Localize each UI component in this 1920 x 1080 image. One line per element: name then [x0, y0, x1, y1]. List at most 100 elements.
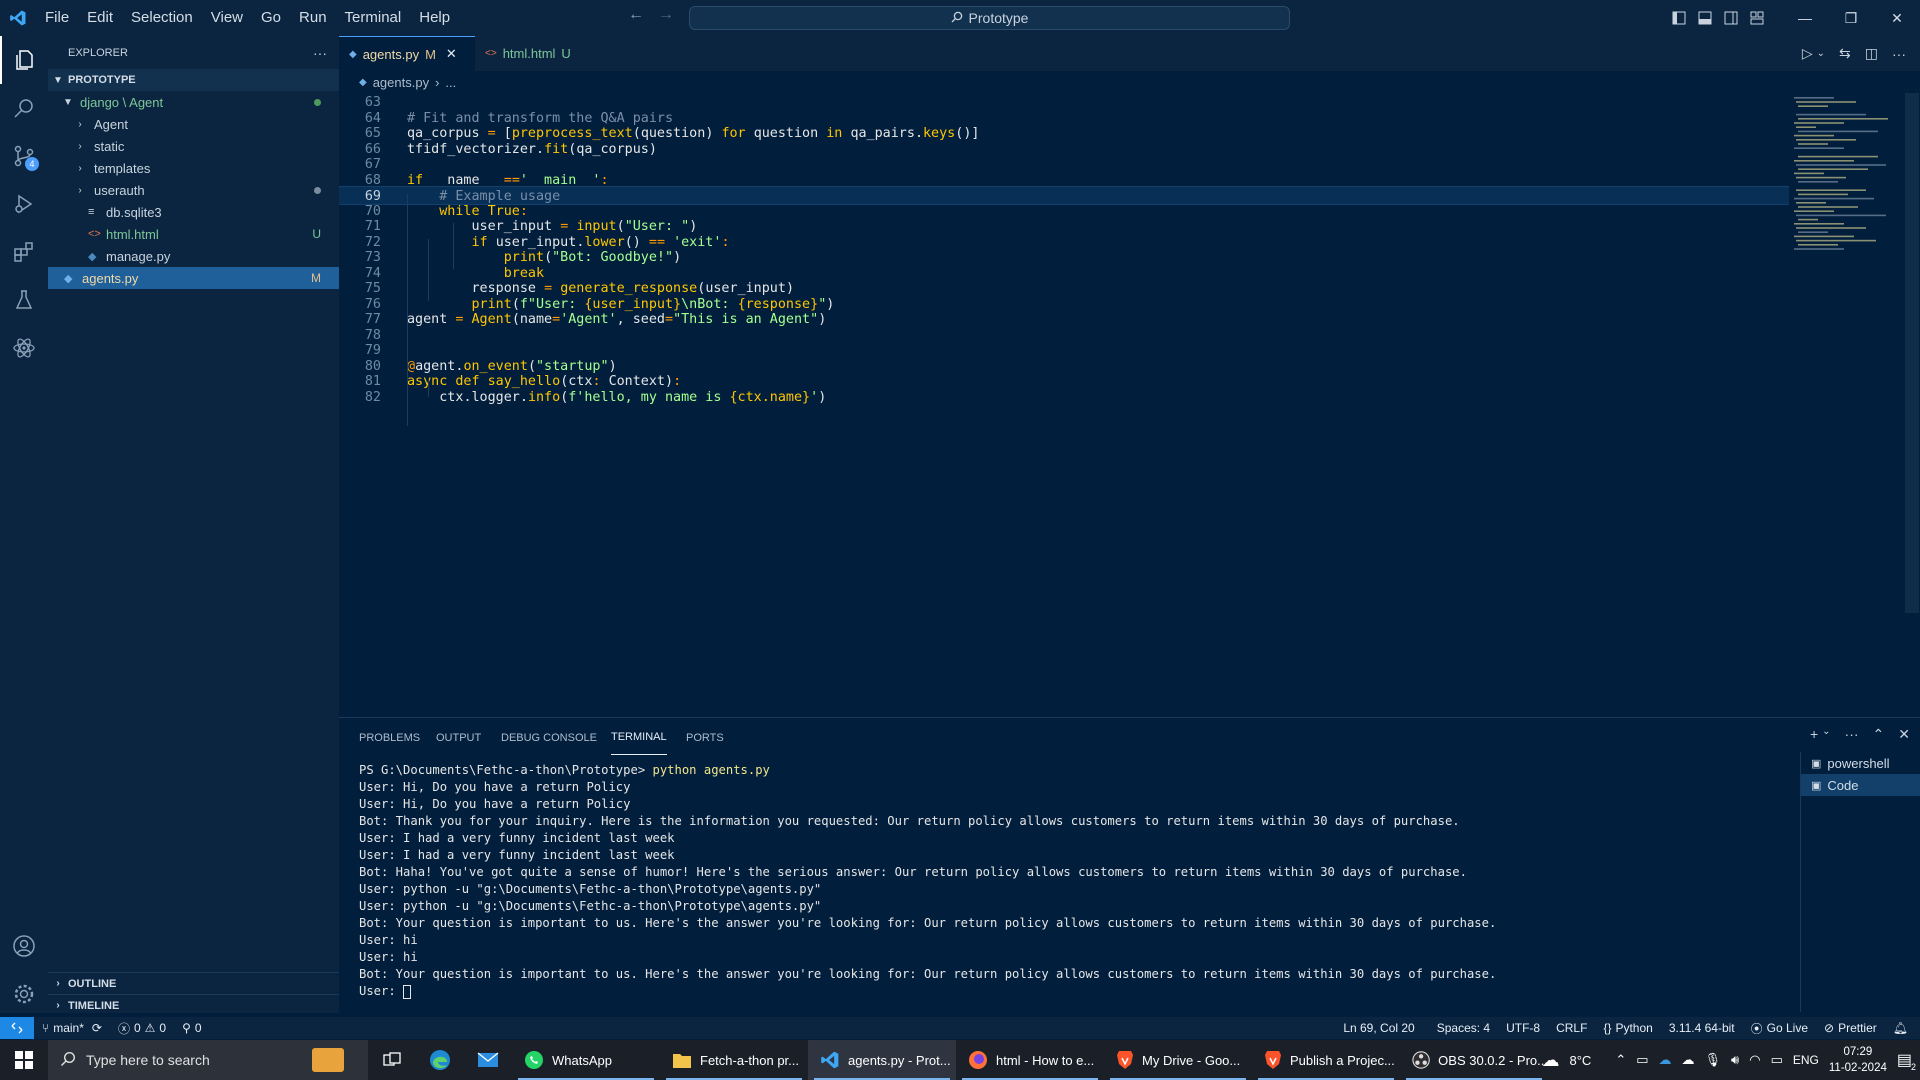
menu-help[interactable]: Help	[410, 0, 459, 36]
sync-icon[interactable]: ⟳	[92, 1021, 102, 1035]
input-language[interactable]: ENG	[1793, 1053, 1819, 1067]
split-editor-icon[interactable]: ◫	[1865, 45, 1878, 62]
microphone-icon[interactable]: 🎙︎	[1705, 1052, 1722, 1068]
indentation[interactable]: Spaces: 4	[1429, 1021, 1498, 1035]
extensions-icon[interactable]	[0, 228, 48, 276]
back-arrow-icon[interactable]: ←	[628, 6, 644, 24]
section-outline[interactable]: › OUTLINE	[48, 972, 339, 994]
weather-temperature[interactable]: 8°C	[1569, 1053, 1591, 1068]
close-tab-icon[interactable]: ✕	[446, 46, 457, 62]
terminal-item-code[interactable]: ▣ Code	[1801, 774, 1920, 796]
restore-icon[interactable]: ❐	[1828, 0, 1874, 36]
minimap[interactable]	[1788, 93, 1912, 263]
section-prototype[interactable]: ▼ PROTOTYPE	[48, 69, 339, 91]
line-ending[interactable]: CRLF	[1548, 1021, 1595, 1035]
meet-now-icon[interactable]: ▭	[1636, 1052, 1648, 1068]
close-icon[interactable]: ✕	[1874, 0, 1920, 36]
run-python-file-icon[interactable]: ▷	[1802, 45, 1813, 62]
run-debug-icon[interactable]	[0, 180, 48, 228]
tab-output[interactable]: OUTPUT	[436, 718, 481, 758]
more-actions-icon[interactable]: ···	[1845, 726, 1859, 743]
chevron-down-icon[interactable]: ⌄	[1817, 48, 1825, 59]
section-timeline[interactable]: › TIMELINE	[48, 994, 339, 1016]
taskbar-app-firefox[interactable]: html - How to e...	[956, 1040, 1104, 1080]
cloud-error-icon[interactable]: ☁	[1682, 1052, 1695, 1068]
onedrive-cloud-icon[interactable]: ☁	[1659, 1052, 1672, 1068]
command-center-search[interactable]: Prototype	[689, 6, 1290, 30]
windows-start-icon[interactable]	[0, 1040, 48, 1080]
edge-icon[interactable]	[416, 1040, 464, 1080]
terminal-output[interactable]: PS G:\Documents\Fethc-a-thon\Prototype> …	[359, 762, 1859, 1000]
editor-scrollbar[interactable]	[1905, 93, 1919, 613]
account-icon[interactable]	[0, 922, 48, 970]
taskbar-app-whatsapp[interactable]: WhatsApp	[512, 1040, 660, 1080]
weather-cloud-icon[interactable]: ☁	[1541, 1050, 1559, 1071]
tab-problems[interactable]: PROBLEMS	[359, 718, 420, 758]
system-clock[interactable]: 07:29 11-02-2024	[1829, 1044, 1887, 1076]
tab-ports[interactable]: PORTS	[686, 718, 724, 758]
code-line[interactable]: 82 ctx.logger.info(f'hello, my name is {…	[339, 388, 1789, 407]
language-mode[interactable]: {} Python	[1595, 1021, 1660, 1035]
taskbar-app-brave-publish[interactable]: Publish a Projec...	[1252, 1040, 1400, 1080]
ports-status[interactable]: ⚲ 0	[174, 1021, 209, 1035]
tree-folder-static[interactable]: › static	[48, 135, 339, 157]
forward-arrow-icon[interactable]: →	[658, 6, 674, 24]
menu-view[interactable]: View	[202, 0, 252, 36]
encoding[interactable]: UTF-8	[1498, 1021, 1548, 1035]
breadcrumb-file[interactable]: agents.py	[373, 75, 429, 90]
tree-folder-django-agent[interactable]: ▼ django \ Agent	[48, 91, 339, 113]
toggle-sidebar-icon[interactable]	[1666, 0, 1692, 36]
taskbar-search-box[interactable]: Type here to search	[48, 1040, 368, 1080]
tab-agents-py[interactable]: ◆ agents.py M ✕	[339, 36, 475, 71]
wifi-icon[interactable]: ◠	[1749, 1052, 1760, 1068]
mail-icon[interactable]	[464, 1040, 512, 1080]
notification-center-icon[interactable]: ▤ 2	[1897, 1050, 1916, 1072]
cursor-position[interactable]: Ln 69, Col 20	[1335, 1021, 1422, 1035]
tab-html-html[interactable]: <> html.html U	[475, 36, 587, 71]
code-editor[interactable]: 63 64 # Fit and transform the Q&A pairs 65 q…	[339, 93, 1920, 717]
maximize-panel-icon[interactable]: ⌃	[1873, 726, 1885, 743]
tree-folder-userauth[interactable]: › userauth	[48, 179, 339, 201]
tab-debug-console[interactable]: DEBUG CONSOLE	[501, 718, 597, 758]
menu-edit[interactable]: Edit	[78, 0, 122, 36]
problems-status[interactable]: ⓧ 0 ⚠ 0	[110, 1020, 174, 1037]
settings-gear-icon[interactable]	[0, 970, 48, 1018]
taskbar-app-brave-drive[interactable]: My Drive - Goo...	[1104, 1040, 1252, 1080]
tree-folder-templates[interactable]: › templates	[48, 157, 339, 179]
menu-file[interactable]: File	[36, 0, 78, 36]
more-actions-icon[interactable]: ···	[313, 45, 327, 61]
taskbar-app-vscode[interactable]: agents.py - Prot...	[808, 1040, 956, 1080]
menu-selection[interactable]: Selection	[122, 0, 202, 36]
search-icon[interactable]	[0, 84, 48, 132]
open-changes-icon[interactable]: ⇆	[1839, 45, 1851, 62]
tree-file-html[interactable]: <> html.html U	[48, 223, 339, 245]
menu-run[interactable]: Run	[290, 0, 336, 36]
toggle-secondary-sidebar-icon[interactable]	[1718, 0, 1744, 36]
volume-icon[interactable]: 🔊︎	[1731, 1052, 1739, 1068]
tree-file-agents-py[interactable]: ◆ agents.py M	[48, 267, 339, 289]
new-terminal-icon[interactable]: +	[1810, 726, 1818, 743]
menu-go[interactable]: Go	[252, 0, 290, 36]
prettier-status[interactable]: ⊘ Prettier	[1816, 1021, 1885, 1035]
customize-layout-icon[interactable]	[1744, 0, 1770, 36]
remote-indicator-icon[interactable]	[0, 1017, 34, 1039]
react-atom-icon[interactable]	[0, 324, 48, 372]
testing-flask-icon[interactable]	[0, 276, 48, 324]
branch-status[interactable]: ⑂ main* ⟳	[34, 1021, 110, 1035]
battery-icon[interactable]: ▭	[1771, 1052, 1783, 1068]
go-live-button[interactable]: ⦿ Go Live	[1743, 1020, 1816, 1037]
source-control-icon[interactable]: 4	[0, 132, 48, 180]
taskbar-app-obs[interactable]: OBS 30.0.2 - Pro...	[1400, 1040, 1548, 1080]
toggle-panel-icon[interactable]	[1692, 0, 1718, 36]
tree-folder-agent[interactable]: › Agent	[48, 113, 339, 135]
tab-terminal[interactable]: TERMINAL	[611, 720, 667, 755]
python-interpreter[interactable]: 3.11.4 64-bit	[1661, 1021, 1743, 1035]
chevron-down-icon[interactable]: ⌄	[1822, 726, 1830, 743]
show-hidden-icons-chevron-icon[interactable]: ⌃	[1615, 1052, 1626, 1068]
terminal-item-powershell[interactable]: ▣ powershell	[1801, 752, 1920, 774]
menu-terminal[interactable]: Terminal	[336, 0, 411, 36]
notifications-bell-icon[interactable]: 🔔︎	[1885, 1021, 1920, 1035]
tree-file-manage-py[interactable]: ◆ manage.py	[48, 245, 339, 267]
explorer-icon[interactable]	[0, 36, 48, 84]
breadcrumb-symbol[interactable]: ...	[445, 75, 456, 90]
